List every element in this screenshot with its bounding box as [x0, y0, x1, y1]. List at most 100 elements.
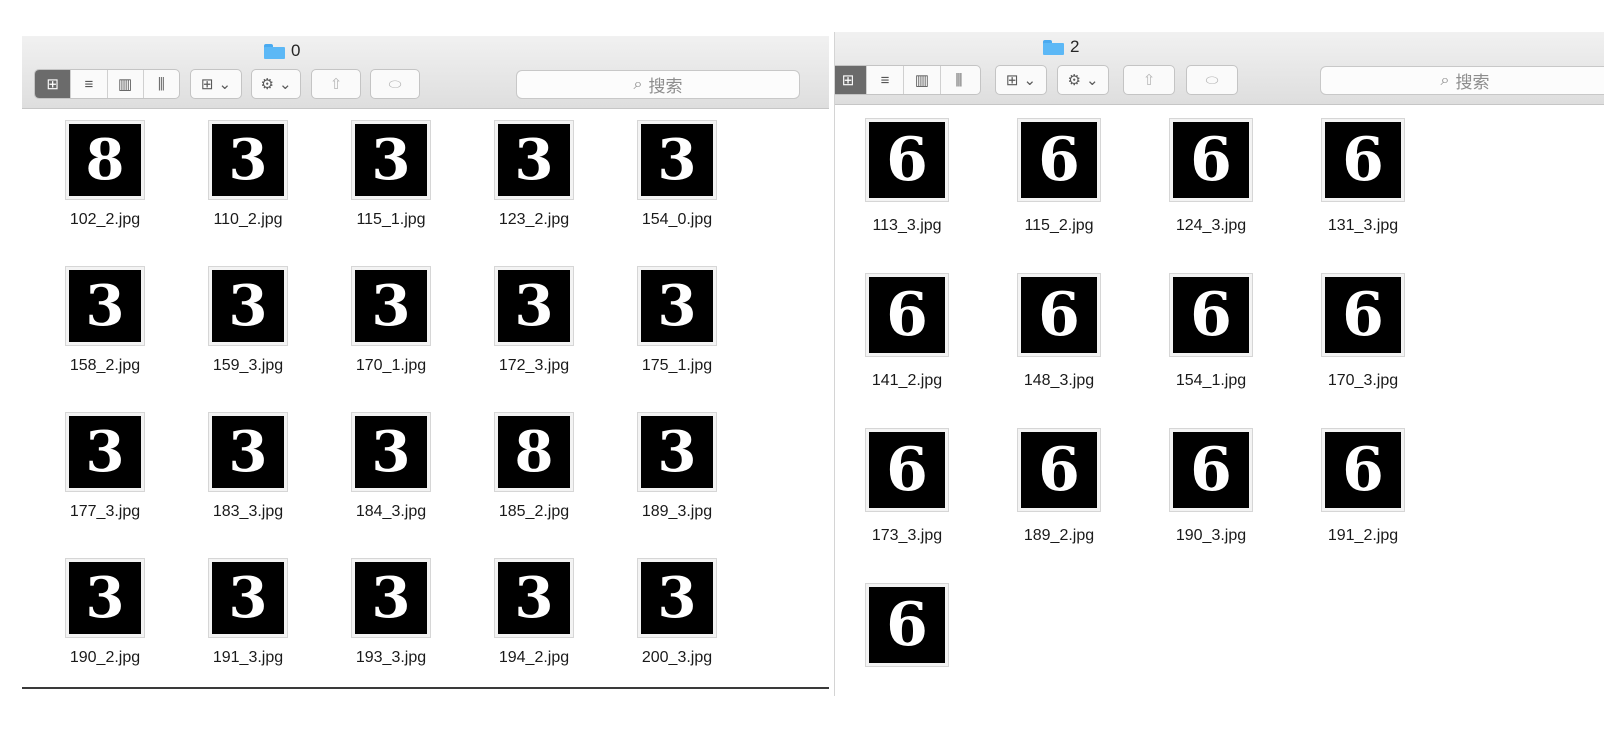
file-item[interactable]: 6 173_3.jpg [837, 429, 977, 545]
image-thumbnail[interactable]: 6 [866, 429, 948, 511]
search-placeholder: 搜索 [648, 77, 683, 96]
file-item[interactable]: 3 191_3.jpg [178, 559, 318, 667]
file-item[interactable]: 3 189_3.jpg [607, 413, 747, 521]
image-thumbnail[interactable]: 6 [1322, 429, 1404, 511]
search-icon: ⌕ [1440, 71, 1450, 89]
file-item[interactable]: 8 185_2.jpg [464, 413, 604, 521]
file-item[interactable]: 3 183_3.jpg [178, 413, 318, 521]
list-view-button[interactable]: ≡ [867, 66, 904, 94]
file-item[interactable]: 3 175_1.jpg [607, 267, 747, 375]
file-item[interactable]: 6 190_3.jpg [1141, 429, 1281, 545]
list-view-icon: ≡ [84, 75, 94, 93]
image-thumbnail[interactable]: 3 [209, 121, 287, 199]
file-item[interactable]: 6 124_3.jpg [1141, 119, 1281, 235]
image-thumbnail[interactable]: 8 [495, 413, 573, 491]
file-item[interactable]: 6 113_3.jpg [837, 119, 977, 235]
gallery-view-button[interactable]: ⫼ [144, 70, 179, 98]
image-thumbnail[interactable]: 6 [1018, 274, 1100, 356]
search-field[interactable]: ⌕ 搜索 [1320, 66, 1604, 95]
file-name: 183_3.jpg [212, 503, 284, 520]
image-thumbnail[interactable]: 3 [66, 413, 144, 491]
group-button[interactable]: ⊞ ⌄ [190, 69, 242, 99]
tag-button[interactable]: ⬭ [1186, 65, 1238, 95]
image-thumbnail[interactable]: 3 [638, 559, 716, 637]
search-field[interactable]: ⌕ 搜索 [516, 70, 800, 99]
icon-view-button[interactable]: ⊞ [835, 66, 867, 94]
action-button[interactable]: ⚙ ⌄ [251, 69, 301, 99]
file-name: 185_2.jpg [498, 503, 570, 520]
icon-view-icon: ⊞ [841, 72, 855, 89]
file-item[interactable]: 3 193_3.jpg [321, 559, 461, 667]
file-item[interactable]: 3 115_1.jpg [321, 121, 461, 229]
file-grid: 8 102_2.jpg 3 110_2.jpg 3 115_1.jpg 3 123_2.jpg… [22, 109, 829, 687]
file-item[interactable]: 6 141_2.jpg [837, 274, 977, 390]
tag-button[interactable]: ⬭ [370, 69, 420, 99]
column-view-button[interactable]: ▥ [108, 70, 144, 98]
list-view-button[interactable]: ≡ [71, 70, 108, 98]
image-thumbnail[interactable]: 6 [1322, 274, 1404, 356]
file-name: 190_2.jpg [69, 649, 141, 666]
group-button[interactable]: ⊞ ⌄ [995, 65, 1047, 95]
file-item[interactable]: 3 172_3.jpg [464, 267, 604, 375]
image-thumbnail[interactable]: 3 [352, 559, 430, 637]
image-thumbnail[interactable]: 3 [352, 121, 430, 199]
file-item[interactable]: 3 123_2.jpg [464, 121, 604, 229]
image-thumbnail[interactable]: 3 [495, 267, 573, 345]
file-item[interactable]: 8 102_2.jpg [35, 121, 175, 229]
file-item[interactable]: 6 148_3.jpg [989, 274, 1129, 390]
image-thumbnail[interactable]: 6 [1018, 119, 1100, 201]
image-thumbnail[interactable]: 6 [866, 274, 948, 356]
file-item[interactable]: 3 194_2.jpg [464, 559, 604, 667]
file-item[interactable]: 6 115_2.jpg [989, 119, 1129, 235]
image-thumbnail[interactable]: 6 [866, 119, 948, 201]
share-button[interactable]: ⇧ [311, 69, 361, 99]
image-thumbnail[interactable]: 6 [1018, 429, 1100, 511]
image-thumbnail[interactable]: 3 [66, 559, 144, 637]
file-name: 184_3.jpg [355, 503, 427, 520]
image-thumbnail[interactable]: 6 [1170, 429, 1252, 511]
file-item[interactable]: 6 131_3.jpg [1293, 119, 1433, 235]
image-thumbnail[interactable]: 3 [638, 267, 716, 345]
file-item[interactable]: 3 190_2.jpg [35, 559, 175, 667]
image-thumbnail[interactable]: 6 [1170, 119, 1252, 201]
file-item[interactable]: 3 154_0.jpg [607, 121, 747, 229]
file-item[interactable]: 3 170_1.jpg [321, 267, 461, 375]
file-item[interactable]: 3 184_3.jpg [321, 413, 461, 521]
gallery-view-button[interactable]: ⫼ [941, 66, 977, 94]
file-name: 148_3.jpg [1023, 372, 1095, 389]
file-item[interactable]: 6 [837, 584, 977, 666]
image-thumbnail[interactable]: 3 [209, 267, 287, 345]
gear-icon: ⚙ [260, 76, 274, 93]
image-thumbnail[interactable]: 6 [1322, 119, 1404, 201]
image-thumbnail[interactable]: 8 [66, 121, 144, 199]
image-thumbnail[interactable]: 3 [209, 559, 287, 637]
image-thumbnail[interactable]: 6 [1170, 274, 1252, 356]
image-thumbnail[interactable]: 3 [66, 267, 144, 345]
file-item[interactable]: 6 191_2.jpg [1293, 429, 1433, 545]
image-thumbnail[interactable]: 6 [866, 584, 948, 666]
file-item[interactable]: 6 170_3.jpg [1293, 274, 1433, 390]
action-button[interactable]: ⚙ ⌄ [1057, 65, 1109, 95]
folder-icon [264, 43, 285, 59]
file-name: 191_3.jpg [212, 649, 284, 666]
image-thumbnail[interactable]: 3 [209, 413, 287, 491]
icon-view-button[interactable]: ⊞ [35, 70, 72, 98]
file-item[interactable]: 3 110_2.jpg [178, 121, 318, 229]
file-item[interactable]: 6 154_1.jpg [1141, 274, 1281, 390]
file-item[interactable]: 3 158_2.jpg [35, 267, 175, 375]
image-thumbnail[interactable]: 3 [352, 413, 430, 491]
image-thumbnail[interactable]: 3 [352, 267, 430, 345]
image-thumbnail[interactable]: 3 [495, 559, 573, 637]
chevron-down-icon: ⌄ [278, 76, 292, 93]
folder-icon [1043, 39, 1064, 55]
file-item[interactable]: 3 200_3.jpg [607, 559, 747, 667]
file-name: 159_3.jpg [212, 357, 284, 374]
column-view-button[interactable]: ▥ [904, 66, 941, 94]
file-item[interactable]: 3 177_3.jpg [35, 413, 175, 521]
image-thumbnail[interactable]: 3 [638, 413, 716, 491]
file-item[interactable]: 3 159_3.jpg [178, 267, 318, 375]
share-button[interactable]: ⇧ [1123, 65, 1175, 95]
image-thumbnail[interactable]: 3 [638, 121, 716, 199]
file-item[interactable]: 6 189_2.jpg [989, 429, 1129, 545]
image-thumbnail[interactable]: 3 [495, 121, 573, 199]
